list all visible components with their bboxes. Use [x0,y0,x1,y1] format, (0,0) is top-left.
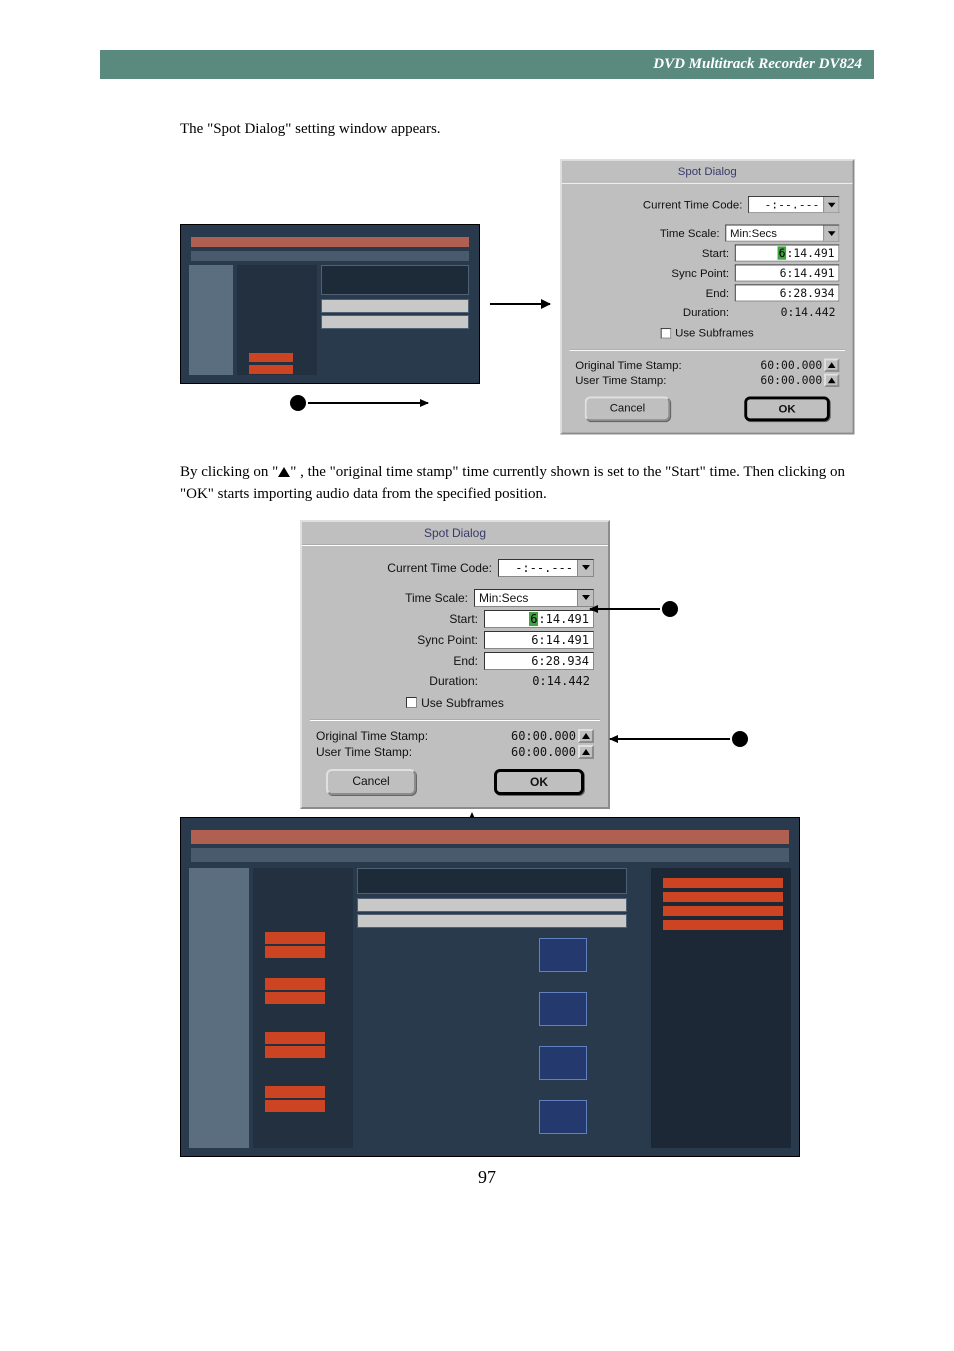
ctc-label: Current Time Code: [316,561,492,575]
callout-arrow [610,738,730,740]
time-scale-select[interactable]: Min:Secs [474,589,594,607]
use-subframes-label: Use Subframes [421,696,504,710]
start-label: Start: [316,612,478,626]
ctc-label: Current Time Code: [575,198,742,211]
start-input[interactable]: 6:14.491 [735,244,840,261]
intro-text: The "Spot Dialog" setting window appears… [180,119,874,141]
up-arrow-button[interactable] [578,745,594,759]
ok-button[interactable]: OK [494,769,584,795]
chevron-down-icon[interactable] [577,590,593,606]
up-arrow-button[interactable] [824,373,839,386]
checkbox-icon[interactable] [406,697,417,708]
user-ts-label: User Time Stamp: [316,745,412,759]
original-ts-value: 60:00.000 [511,729,576,743]
user-ts-label: User Time Stamp: [575,373,666,386]
up-triangle-icon [278,467,290,477]
sync-input[interactable]: 6:14.491 [735,264,840,281]
user-ts-value: 60:00.000 [760,373,822,386]
duration-label: Duration: [316,674,478,688]
time-scale-value: Min:Secs [475,590,577,606]
end-input[interactable]: 6:28.934 [484,652,594,670]
use-subframes-check[interactable]: Use Subframes [406,696,504,710]
ctc-value: -:--.--- [749,197,823,212]
start-label: Start: [575,246,729,259]
spot-dialog-thumbnail: Spot Dialog Current Time Code: -:--.--- … [560,159,855,434]
original-ts-value: 60:00.000 [760,358,822,371]
original-ts-label: Original Time Stamp: [575,358,681,371]
start-input[interactable]: 6:14.491 [484,610,594,628]
daw-screenshot-small [180,224,480,384]
up-arrow-button[interactable] [824,358,839,371]
ok-button[interactable]: OK [744,396,830,421]
sync-label: Sync Point: [316,633,478,647]
end-label: End: [575,286,729,299]
explain-text: By clicking on "" , the "original time s… [180,462,874,506]
original-ts-label: Original Time Stamp: [316,729,428,743]
dialog-title: Spot Dialog [562,161,853,184]
time-scale-value: Min:Secs [726,225,823,240]
user-ts-value: 60:00.000 [511,745,576,759]
duration-label: Duration: [575,305,729,318]
figure-1: Spot Dialog Current Time Code: -:--.--- … [180,159,874,449]
sync-input[interactable]: 6:14.491 [484,631,594,649]
time-scale-label: Time Scale: [316,591,468,605]
chevron-down-icon[interactable] [823,197,838,212]
ctc-select[interactable]: -:--.--- [498,559,594,577]
duration-value: 0:14.442 [484,673,594,689]
end-input[interactable]: 6:28.934 [735,284,840,301]
up-arrow-button[interactable] [578,729,594,743]
cancel-button[interactable]: Cancel [585,396,671,421]
time-scale-select[interactable]: Min:Secs [725,224,839,241]
dialog-title: Spot Dialog [302,522,608,546]
spot-dialog-zoom: Spot Dialog Current Time Code: -:--.--- … [300,520,610,810]
sync-label: Sync Point: [575,266,729,279]
callout-arrow [590,608,660,610]
ctc-value: -:--.--- [499,560,577,576]
checkbox-icon[interactable] [661,327,671,337]
end-label: End: [316,654,478,668]
chevron-down-icon[interactable] [577,560,593,576]
page-header: DVD Multitrack Recorder DV824 [100,50,874,79]
use-subframes-label: Use Subframes [675,326,754,339]
use-subframes-check[interactable]: Use Subframes [661,326,754,339]
ctc-select[interactable]: -:--.--- [748,196,839,213]
time-scale-label: Time Scale: [575,226,719,239]
page-number: 97 [100,1167,874,1188]
chevron-down-icon[interactable] [823,225,838,240]
cancel-button[interactable]: Cancel [326,769,416,795]
duration-value: 0:14.442 [735,304,840,319]
daw-screenshot-big [180,817,800,1157]
